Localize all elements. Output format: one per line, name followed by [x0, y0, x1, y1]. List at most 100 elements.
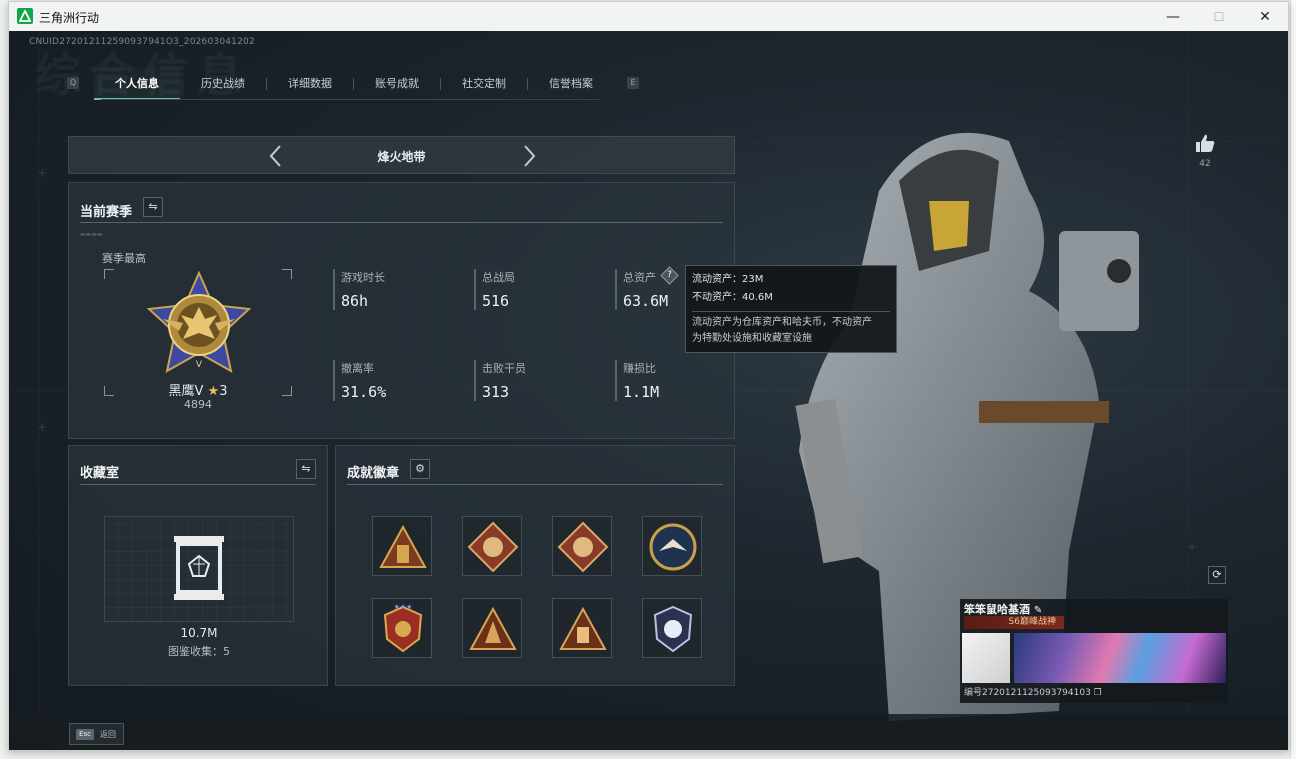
- stat-play-time: 游戏时长 86h: [333, 269, 453, 310]
- player-name: 笨笨鼠哈基酒 ✎: [964, 601, 1042, 617]
- tab-underline: [101, 99, 601, 100]
- tooltip-liquid-assets: 流动资产：23M: [692, 274, 764, 285]
- rank-score: 4894: [184, 398, 212, 411]
- esc-key-icon: Esc: [76, 729, 94, 740]
- dragon-badge-icon[interactable]: [552, 516, 612, 576]
- frame-corner: [282, 269, 292, 279]
- delta-force-logo-icon: [17, 8, 33, 24]
- stat-label: 游戏时长: [341, 271, 385, 284]
- tooltip-fixed-assets: 不动资产：40.6M: [692, 292, 773, 303]
- tab-key-e[interactable]: E: [627, 77, 639, 89]
- swap-icon: ⇋: [148, 200, 158, 213]
- player-id-text: 编号2720121125093794103: [964, 688, 1091, 698]
- app-window: 三角洲行动 — ☐ ✕ +++ 综合信息 CNUID27201211259093…: [8, 1, 1289, 751]
- tab-detailed-data[interactable]: 详细数据: [267, 68, 353, 100]
- divider: [347, 484, 723, 485]
- chevron-right-icon: [524, 145, 536, 167]
- achievements-title: 成就徽章: [347, 466, 400, 481]
- season-switch-button[interactable]: ⇋: [143, 197, 163, 217]
- pyramid-badge-icon[interactable]: [372, 516, 432, 576]
- swap-icon: ⇋: [301, 462, 311, 475]
- uid-text: CNUID272012112590937941O3_202603041202: [29, 37, 255, 47]
- svg-text:+: +: [37, 420, 47, 434]
- display-case-icon: [174, 536, 224, 600]
- stat-value: 86h: [341, 292, 369, 310]
- gear-icon: ⚙: [415, 462, 425, 475]
- stat-value: 313: [482, 383, 510, 401]
- collection-value: 10.7M: [180, 626, 218, 640]
- tab-achievements[interactable]: 账号成就: [354, 68, 440, 100]
- achievements-settings-button[interactable]: ⚙: [410, 459, 430, 479]
- stat-label: 总战局: [482, 271, 515, 284]
- stat-value: 516: [482, 292, 510, 310]
- player-name-text: 笨笨鼠哈基酒: [964, 603, 1030, 616]
- stat-label: 击败干员: [482, 362, 526, 375]
- bottom-bar: Esc 返回: [9, 714, 1288, 750]
- season-title: 当前赛季: [80, 205, 133, 220]
- stat-label: 撤离率: [341, 362, 374, 375]
- close-button[interactable]: ✕: [1242, 2, 1288, 31]
- tooltip-divider: [692, 311, 890, 312]
- divider: [80, 222, 723, 223]
- deco-text: ▬▬▬▬: [80, 231, 103, 238]
- divider: [80, 484, 316, 485]
- card-banner-image: [1014, 633, 1226, 683]
- tab-history[interactable]: 历史战绩: [180, 68, 266, 100]
- collection-switch-button[interactable]: ⇋: [296, 459, 316, 479]
- rank-name: 黑鹰V ★3: [69, 380, 327, 399]
- svg-text:V: V: [196, 360, 203, 370]
- hand-triangle-badge-icon[interactable]: [552, 598, 612, 658]
- stat-extract-rate: 撤离率 31.6%: [333, 360, 453, 401]
- current-season-panel: 当前赛季 ⇋ ▬▬▬▬ 赛季最高 V 黑鹰V ★3 4894 游戏时长 86h …: [68, 182, 735, 439]
- collection-title: 收藏室: [80, 466, 120, 481]
- stat-total-matches: 总战局 516: [474, 269, 594, 310]
- rank-name-text: 黑鹰V: [168, 384, 204, 399]
- svg-text:+: +: [37, 166, 47, 180]
- dragon-badge-icon[interactable]: [462, 516, 522, 576]
- refresh-button[interactable]: ⟳: [1208, 566, 1226, 584]
- wolf-badge-icon[interactable]: [642, 598, 702, 658]
- collection-display[interactable]: [104, 516, 294, 622]
- tab-social[interactable]: 社交定制: [441, 68, 527, 100]
- avatar: [962, 633, 1010, 683]
- tab-personal-info[interactable]: 个人信息: [94, 68, 180, 100]
- stat-label: 赚损比: [623, 362, 656, 375]
- triangle-badge-icon[interactable]: [462, 598, 522, 658]
- achievements-panel: 成就徽章 ⚙ ★★★: [335, 445, 735, 686]
- frame-corner: [104, 269, 114, 279]
- player-card[interactable]: 笨笨鼠哈基酒 ✎ S6巅峰战神 编号2720121125093794103 ❐: [960, 599, 1228, 703]
- tab-bar: Q 个人信息 历史战绩 详细数据 账号成就 社交定制 信誉档案 E: [65, 68, 645, 100]
- back-label: 返回: [100, 730, 116, 739]
- stat-kills: 击败干员 313: [474, 360, 594, 401]
- tooltip-desc-line1: 流动资产为仓库资产和哈夫币，不动资产: [692, 317, 872, 328]
- collection-panel: 收藏室 ⇋ 10.7M 图鉴收集：5: [68, 445, 328, 686]
- minimize-button[interactable]: —: [1150, 2, 1196, 31]
- window-title: 三角洲行动: [39, 11, 100, 25]
- title-bar: 三角洲行动 — ☐ ✕: [9, 2, 1288, 31]
- tab-key-q[interactable]: Q: [67, 77, 79, 89]
- black-hawk-rank-icon: V: [146, 271, 252, 373]
- player-id: 编号2720121125093794103 ❐: [964, 685, 1102, 698]
- stat-value: 31.6%: [341, 383, 387, 401]
- refresh-icon: ⟳: [1212, 568, 1222, 581]
- like-button[interactable]: 42: [1192, 133, 1218, 169]
- back-button[interactable]: Esc 返回: [69, 723, 124, 745]
- collection-count: 图鉴收集：5: [168, 645, 230, 658]
- eagle-badge-icon[interactable]: [642, 516, 702, 576]
- stat-profit-ratio: 赚损比 1.1M: [615, 360, 725, 401]
- mode-title: 烽火地带: [377, 150, 426, 164]
- game-view: +++ 综合信息 CNUID272012112590937941O3_20260…: [9, 31, 1288, 750]
- star-icon: ★: [207, 384, 220, 399]
- maximize-button[interactable]: ☐: [1196, 2, 1242, 31]
- tab-reputation[interactable]: 信誉档案: [528, 68, 614, 100]
- like-count: 42: [1199, 159, 1211, 169]
- mode-selector: 烽火地带: [68, 136, 735, 174]
- copy-icon[interactable]: ❐: [1094, 688, 1102, 698]
- tooltip-desc-line2: 为特勤处设施和收藏室设施: [692, 333, 812, 344]
- season-high-label: 赛季最高: [102, 252, 146, 265]
- edit-icon[interactable]: ✎: [1034, 605, 1042, 616]
- assets-tooltip: 流动资产：23M 不动资产：40.6M 流动资产为仓库资产和哈夫币，不动资产 为…: [685, 265, 897, 353]
- next-mode-button[interactable]: [515, 142, 543, 170]
- svg-text:★★★: ★★★: [394, 603, 413, 611]
- shield-badge-icon[interactable]: ★★★: [372, 598, 432, 658]
